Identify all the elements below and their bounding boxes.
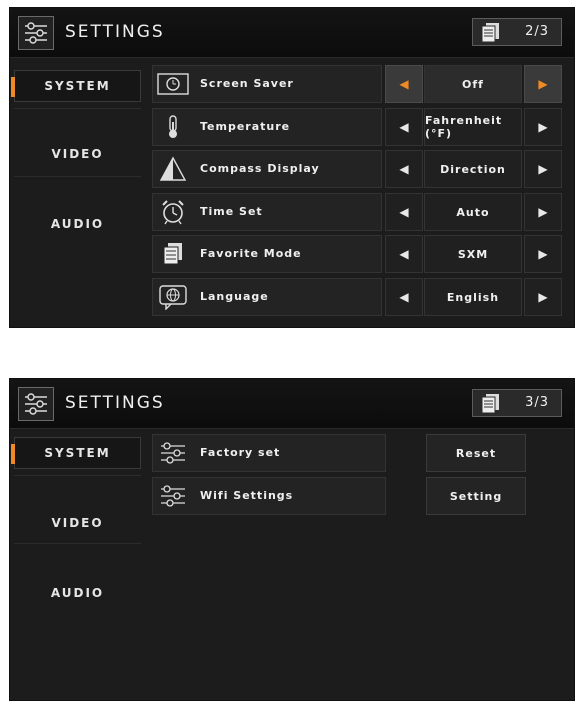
next-option-arrow[interactable]: ▶ xyxy=(524,278,562,316)
previous-option-arrow[interactable]: ◀ xyxy=(385,150,423,188)
pages-icon xyxy=(481,23,499,43)
globe-icon xyxy=(157,282,189,312)
divider xyxy=(14,176,141,177)
option-value: Direction xyxy=(424,150,522,188)
settings-gear-icon xyxy=(18,16,54,50)
setting-row-factory-set[interactable]: Factory set xyxy=(152,434,386,472)
setting-row-temperature[interactable]: Temperature xyxy=(152,108,382,146)
option-value: English xyxy=(424,278,522,316)
sidebar: SYSTEM VIDEO AUDIO xyxy=(10,60,146,327)
page-title: SETTINGS xyxy=(65,393,165,413)
title-bar: SETTINGS 3/3 xyxy=(10,379,574,429)
next-option-arrow[interactable]: ▶ xyxy=(524,108,562,146)
row-label: Time Set xyxy=(200,205,263,218)
row-label: Compass Display xyxy=(200,162,320,175)
sidebar-item-video[interactable]: VIDEO xyxy=(14,507,141,539)
row-label: Screen Saver xyxy=(200,77,294,90)
previous-option-arrow[interactable]: ◀ xyxy=(385,108,423,146)
setting-row-time-set[interactable]: Time Set xyxy=(152,193,382,231)
row-label: Favorite Mode xyxy=(200,247,302,260)
divider xyxy=(14,108,141,109)
setting-row-screen-saver[interactable]: Screen Saver xyxy=(152,65,382,103)
setting-row-favorite-mode[interactable]: Favorite Mode xyxy=(152,235,382,273)
sidebar-item-system[interactable]: SYSTEM xyxy=(11,437,141,469)
setting-row-language[interactable]: Language xyxy=(152,278,382,316)
row-label: Language xyxy=(200,290,269,303)
sidebar-item-system[interactable]: SYSTEM xyxy=(11,70,141,102)
sidebar: SYSTEM VIDEO AUDIO xyxy=(10,431,146,700)
previous-option-arrow[interactable]: ◀ xyxy=(385,278,423,316)
next-option-arrow[interactable]: ▶ xyxy=(524,65,562,103)
setting-row-compass-display[interactable]: Compass Display xyxy=(152,150,382,188)
page-title: SETTINGS xyxy=(65,22,165,42)
option-value: Off xyxy=(424,65,522,103)
previous-option-arrow[interactable]: ◀ xyxy=(385,235,423,273)
page-number: 2/3 xyxy=(525,24,549,39)
compass-icon xyxy=(157,154,189,184)
option-value: SXM xyxy=(424,235,522,273)
next-option-arrow[interactable]: ▶ xyxy=(524,235,562,273)
sidebar-item-video[interactable]: VIDEO xyxy=(14,138,141,170)
divider xyxy=(14,475,141,476)
thermometer-icon xyxy=(157,112,189,142)
wifi-setting-button[interactable]: Setting xyxy=(426,477,526,515)
alarm-clock-icon xyxy=(157,197,189,227)
settings-screen-page-3: SETTINGS 3/3 SYSTEM VIDEO AUDIO Factory … xyxy=(9,378,575,701)
title-bar: SETTINGS 2/3 xyxy=(10,8,574,58)
row-label: Temperature xyxy=(200,120,291,133)
page-indicator[interactable]: 3/3 xyxy=(472,389,562,417)
page-indicator[interactable]: 2/3 xyxy=(472,18,562,46)
divider xyxy=(14,543,141,544)
settings-screen-page-2: SETTINGS 2/3 SYSTEM VIDEO AUDIO Screen S… xyxy=(9,7,575,328)
sidebar-item-audio[interactable]: AUDIO xyxy=(14,208,141,240)
sidebar-item-audio[interactable]: AUDIO xyxy=(14,577,141,609)
row-label: Factory set xyxy=(200,446,281,459)
option-value: Auto xyxy=(424,193,522,231)
favorite-mode-icon xyxy=(157,239,189,269)
row-label: Wifi Settings xyxy=(200,489,294,502)
gear-settings-icon xyxy=(157,438,189,468)
previous-option-arrow[interactable]: ◀ xyxy=(385,65,423,103)
previous-option-arrow[interactable]: ◀ xyxy=(385,193,423,231)
reset-button[interactable]: Reset xyxy=(426,434,526,472)
settings-gear-icon xyxy=(18,387,54,421)
option-value: Fahrenheit (°F) xyxy=(424,108,522,146)
screen-saver-icon xyxy=(157,69,189,99)
setting-row-wifi-settings[interactable]: Wifi Settings xyxy=(152,477,386,515)
page-number: 3/3 xyxy=(525,395,549,410)
next-option-arrow[interactable]: ▶ xyxy=(524,193,562,231)
next-option-arrow[interactable]: ▶ xyxy=(524,150,562,188)
pages-icon xyxy=(481,394,499,414)
gear-settings-icon xyxy=(157,481,189,511)
